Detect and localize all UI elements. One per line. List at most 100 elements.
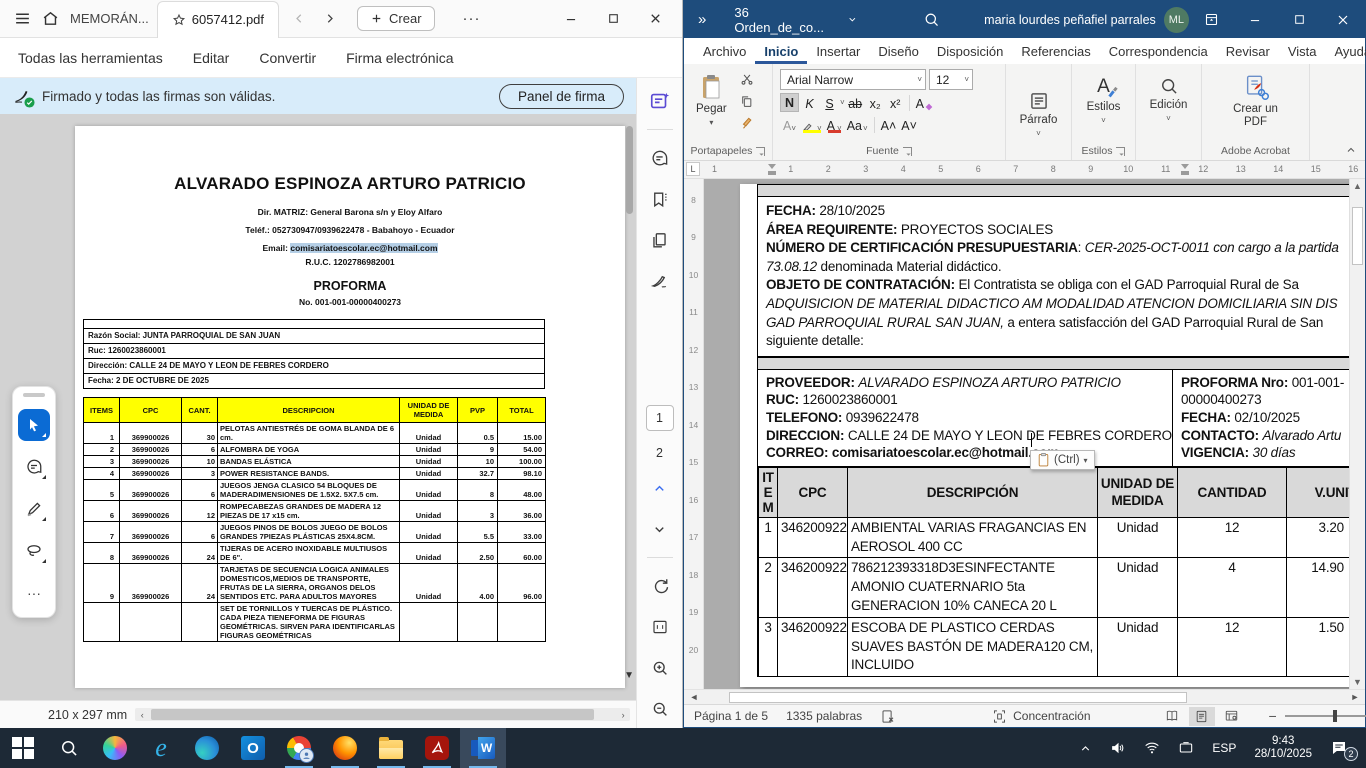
quick-access-overflow-icon[interactable]: » <box>698 11 706 28</box>
drag-handle[interactable] <box>23 393 45 397</box>
scrollbar-thumb[interactable] <box>626 126 633 214</box>
edge-button[interactable] <box>184 728 230 768</box>
scrollbar-thumb[interactable] <box>151 709 594 720</box>
cut-icon[interactable] <box>737 70 757 88</box>
ribbon-tab[interactable]: Insertar <box>807 41 869 64</box>
zoom-slider-handle[interactable] <box>1333 710 1337 722</box>
wifi-icon[interactable] <box>1137 728 1167 768</box>
highlight-button[interactable]: ˅ <box>800 115 824 134</box>
dialog-launcher-icon[interactable] <box>756 147 765 156</box>
superscript-button[interactable]: x² <box>886 93 905 112</box>
tab-active-pdf[interactable]: 6057412.pdf <box>157 1 279 38</box>
pages-panel-icon[interactable] <box>647 227 673 253</box>
highlight-tool-icon[interactable] <box>18 493 50 525</box>
ribbon-tab[interactable]: Ayuda <box>1325 41 1366 64</box>
signature-panel-icon[interactable] <box>647 268 673 294</box>
zoom-in-icon[interactable] <box>647 655 673 681</box>
ribbon-tab[interactable]: Archivo <box>694 41 755 64</box>
nav-back-icon[interactable] <box>285 5 313 33</box>
dialog-launcher-icon[interactable] <box>903 147 912 156</box>
taskbar-search-button[interactable] <box>46 728 92 768</box>
select-tool-icon[interactable] <box>18 409 50 441</box>
ribbon-tab[interactable]: Diseño <box>869 41 927 64</box>
language-indicator[interactable]: ESP <box>1205 728 1243 768</box>
create-button[interactable]: Crear <box>357 6 435 31</box>
styles-button[interactable]: A Estilos ˅ <box>1076 68 1131 129</box>
menu-icon[interactable] <box>8 5 36 33</box>
zoom-out-button[interactable]: − <box>1269 708 1277 724</box>
ribbon-tab[interactable]: Inicio <box>755 41 807 64</box>
scroll-right-icon[interactable]: › <box>616 710 630 720</box>
pdf-horizontal-scrollbar[interactable]: ‹ › <box>135 708 630 721</box>
chrome-button[interactable] <box>276 728 322 768</box>
scroll-down-icon[interactable]: ▼ <box>624 670 634 681</box>
word-count-label[interactable]: 1335 palabras <box>786 709 862 723</box>
text-effects-button[interactable]: A˅ <box>780 115 799 134</box>
actual-size-icon[interactable] <box>647 614 673 640</box>
copilot-button[interactable] <box>92 728 138 768</box>
internet-explorer-button[interactable]: e <box>138 728 184 768</box>
ribbon-tab[interactable]: Disposición <box>928 41 1012 64</box>
page-down-icon[interactable] <box>647 516 673 542</box>
volume-icon[interactable] <box>1103 728 1133 768</box>
menu-item[interactable]: Todas las herramientas <box>18 50 163 66</box>
change-case-button[interactable]: Aa˅ <box>845 115 870 134</box>
tray-chevron-up-icon[interactable] <box>1072 728 1099 768</box>
word-button[interactable]: W <box>460 728 506 768</box>
menu-item[interactable]: Firma electrónica <box>346 50 453 66</box>
close-button[interactable] <box>1321 1 1365 38</box>
zoom-slider[interactable] <box>1285 715 1366 717</box>
search-icon[interactable] <box>923 11 940 28</box>
minimize-button[interactable] <box>1233 1 1277 38</box>
paste-options-button[interactable]: (Ctrl) ▾ <box>1030 450 1095 470</box>
word-horizontal-scrollbar[interactable]: ◄ ► <box>684 689 1365 704</box>
page-count-label[interactable]: Página 1 de 5 <box>694 709 768 723</box>
ribbon-display-options-icon[interactable] <box>1189 1 1233 38</box>
page-up-icon[interactable] <box>647 475 673 501</box>
strikethrough-button[interactable]: ab <box>846 93 865 112</box>
scrollbar-thumb[interactable] <box>729 692 1187 703</box>
outlook-button[interactable]: O <box>230 728 276 768</box>
create-pdf-button[interactable]: Crear un PDF <box>1213 68 1299 133</box>
scroll-up-icon[interactable]: ▲ <box>1350 181 1365 191</box>
file-explorer-button[interactable] <box>368 728 414 768</box>
clear-formatting-button[interactable]: A <box>914 93 935 112</box>
maximize-button[interactable] <box>1277 1 1321 38</box>
paragraph-button[interactable]: Párrafo ˅ <box>1012 87 1066 142</box>
scroll-down-icon[interactable]: ▼ <box>1350 677 1365 687</box>
print-layout-icon[interactable] <box>1189 707 1215 726</box>
underline-button[interactable]: S <box>820 93 839 112</box>
more-options-icon[interactable]: ··· <box>463 10 481 27</box>
ribbon-tab[interactable]: Correspondencia <box>1100 41 1217 64</box>
subscript-button[interactable]: x₂ <box>866 93 885 112</box>
tab-selector[interactable]: L <box>686 162 700 176</box>
word-page[interactable]: FECHA: 28/10/2025ÁREA REQUIRENTE: PROYEC… <box>740 184 1349 687</box>
pdf-vertical-scrollbar[interactable]: ▼ <box>624 118 634 681</box>
spellcheck-icon[interactable] <box>880 709 896 724</box>
ribbon-tab[interactable]: Vista <box>1279 41 1326 64</box>
maximize-button[interactable] <box>596 5 630 33</box>
scroll-left-icon[interactable]: ‹ <box>135 710 149 720</box>
signature-panel-button[interactable]: Panel de firma <box>499 84 624 109</box>
star-icon[interactable] <box>172 13 186 27</box>
dialog-launcher-icon[interactable] <box>1116 147 1125 156</box>
scroll-right-icon[interactable]: ► <box>1348 692 1362 702</box>
minimize-button[interactable] <box>554 5 588 33</box>
tab-memorandum[interactable]: MEMORÁN... <box>70 11 149 26</box>
read-mode-icon[interactable] <box>1159 707 1185 726</box>
ai-assistant-icon[interactable] <box>647 88 673 114</box>
notifications-button[interactable]: 2 <box>1323 728 1360 768</box>
font-name-combobox[interactable]: Arial Narrow˅ <box>780 69 926 90</box>
editing-button[interactable]: Edición ˅ <box>1142 68 1196 127</box>
comments-panel-icon[interactable] <box>647 145 673 171</box>
display-connect-icon[interactable] <box>1171 728 1201 768</box>
ribbon-tab[interactable]: Revisar <box>1217 41 1279 64</box>
word-vertical-scrollbar[interactable]: ▲ ▼ <box>1349 179 1365 689</box>
pdf-email-selected[interactable]: comisariatoescolar.ec@hotmail.com <box>290 243 437 253</box>
clock[interactable]: 9:43 28/10/2025 <box>1247 728 1319 768</box>
scrollbar-thumb[interactable] <box>1352 207 1363 265</box>
acrobat-button[interactable] <box>414 728 460 768</box>
bold-button[interactable]: N <box>780 93 799 112</box>
document-title[interactable]: 36 Orden_de_co... <box>734 5 857 35</box>
font-size-combobox[interactable]: 12˅ <box>929 69 973 90</box>
